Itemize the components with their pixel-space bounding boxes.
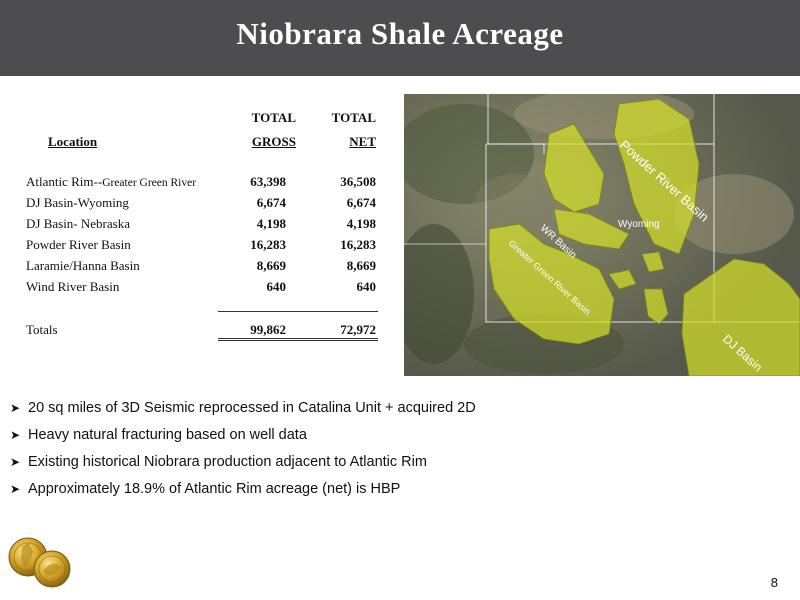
totals-double-underline xyxy=(218,338,378,341)
row-location: Atlantic Rim--Greater Green River xyxy=(26,174,197,189)
map-label-wyoming: Wyoming xyxy=(618,219,660,230)
table-row: DJ Basin- Nebraska 4,198 4,198 xyxy=(26,216,386,234)
row-gross: 16,283 xyxy=(250,237,286,252)
totals-gross: 99,862 xyxy=(250,322,286,337)
row-gross: 8,669 xyxy=(256,258,286,273)
header-total-gross: TOTAL xyxy=(251,110,296,125)
page-title: Niobrara Shale Acreage xyxy=(236,16,564,51)
arrow-bullet-icon: ➤ xyxy=(10,482,21,496)
row-location: Wind River Basin xyxy=(26,279,120,294)
list-item: ➤ Approximately 18.9% of Atlantic Rim ac… xyxy=(10,478,610,505)
list-item: ➤ 20 sq miles of 3D Seismic reprocessed … xyxy=(10,397,610,424)
row-net: 16,283 xyxy=(340,237,376,252)
row-net: 640 xyxy=(356,279,377,294)
row-net: 8,669 xyxy=(346,258,376,273)
table-row: Wind River Basin 640 640 xyxy=(26,279,386,297)
row-gross: 4,198 xyxy=(256,216,286,231)
table-row: Laramie/Hanna Basin 8,669 8,669 xyxy=(26,258,386,276)
arrow-bullet-icon: ➤ xyxy=(10,401,21,415)
row-net: 36,508 xyxy=(340,174,376,189)
row-location: DJ Basin-Wyoming xyxy=(26,195,129,210)
arrow-bullet-icon: ➤ xyxy=(10,428,21,442)
header-net: NET xyxy=(349,134,376,149)
table-row: Atlantic Rim--Greater Green River 63,398… xyxy=(26,174,386,192)
title-bar: Niobrara Shale Acreage xyxy=(0,0,800,76)
gold-coins-logo xyxy=(6,533,72,589)
list-item: ➤ Existing historical Niobrara productio… xyxy=(10,451,610,478)
page-number: 8 xyxy=(770,575,778,590)
list-item: ➤ Heavy natural fracturing based on well… xyxy=(10,424,610,451)
table-row: DJ Basin-Wyoming 6,674 6,674 xyxy=(26,195,386,213)
header-gross: GROSS xyxy=(251,134,296,149)
row-location: Powder River Basin xyxy=(26,237,131,252)
table-row: Powder River Basin 16,283 16,283 xyxy=(26,237,386,255)
row-location: Laramie/Hanna Basin xyxy=(26,258,140,273)
row-net: 4,198 xyxy=(346,216,376,231)
row-gross: 640 xyxy=(266,279,287,294)
arrow-bullet-icon: ➤ xyxy=(10,455,21,469)
header-location: Location xyxy=(48,134,98,149)
basin-map: Powder River Basin Wyoming WR Basin Grea… xyxy=(404,94,800,376)
row-gross: 6,674 xyxy=(256,195,286,210)
row-gross: 63,398 xyxy=(250,174,286,189)
row-location: DJ Basin- Nebraska xyxy=(26,216,130,231)
row-net: 6,674 xyxy=(346,195,376,210)
bullet-list: ➤ 20 sq miles of 3D Seismic reprocessed … xyxy=(10,397,610,505)
header-total-net: TOTAL xyxy=(331,110,376,125)
totals-label: Totals xyxy=(26,322,58,337)
totals-net: 72,972 xyxy=(340,322,376,337)
totals-divider xyxy=(218,311,378,312)
